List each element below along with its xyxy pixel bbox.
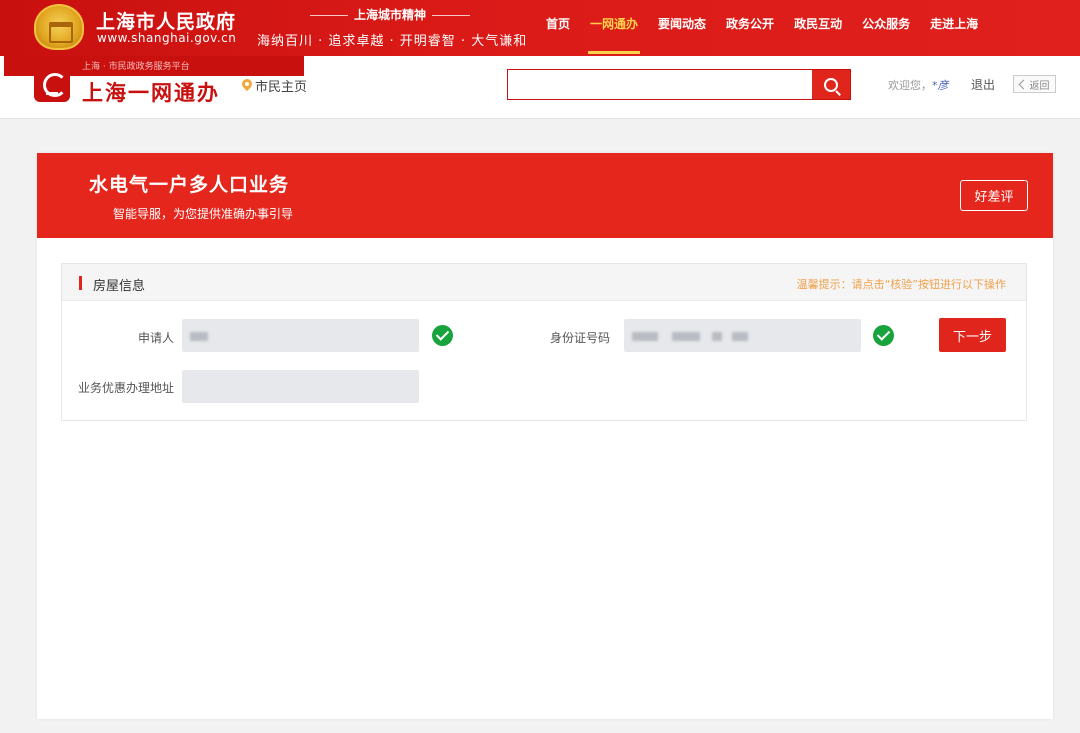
rate-service-button[interactable]: 好差评	[960, 180, 1028, 211]
city-spirit-text: 海纳百川 · 追求卓越 · 开明睿智 · 大气谦和	[257, 34, 528, 49]
nav-one-net-service[interactable]: 一网通办	[580, 0, 648, 56]
panel-tip: 温馨提示：请点击“核验”按钮进行以下操作	[796, 278, 1006, 291]
citizen-home-link[interactable]: 市民主页	[242, 76, 307, 95]
logout-link[interactable]: 退出	[971, 76, 995, 93]
id-number-field[interactable]	[624, 319, 861, 352]
one-net-logo-icon[interactable]	[34, 66, 70, 102]
search-box	[507, 69, 851, 100]
panel-accent-bar	[79, 276, 82, 290]
overlay-text: 上海 · 市民政政务服务平台	[82, 62, 190, 72]
welcome-username: *彦	[932, 79, 949, 92]
house-info-panel: 房屋信息 温馨提示：请点击“核验”按钮进行以下操作 申请人 身份证号码 下一步 …	[61, 263, 1027, 421]
back-label: 返回	[1029, 80, 1050, 92]
nav-about-shanghai[interactable]: 走进上海	[920, 0, 988, 56]
redacted-value	[712, 332, 722, 341]
back-arrow-icon	[1018, 79, 1028, 89]
redacted-value	[732, 332, 748, 341]
panel-header: 房屋信息 温馨提示：请点击“核验”按钮进行以下操作	[62, 264, 1026, 301]
search-icon	[824, 77, 838, 92]
nav-home[interactable]: 首页	[536, 0, 580, 56]
service-header: 上海 · 市民政政务服务平台 上海一网通办 市民主页 欢迎您，*彦 退出 返回	[0, 56, 1080, 119]
redacted-value	[632, 332, 658, 341]
applicant-field[interactable]	[182, 319, 419, 352]
gov-url: www.shanghai.gov.cn	[97, 31, 237, 45]
citizen-home-label: 市民主页	[255, 80, 308, 95]
panel-title: 房屋信息	[93, 279, 146, 294]
applicant-verified-icon	[432, 325, 453, 346]
shanghai-emblem-icon	[34, 4, 84, 50]
applicant-label: 申请人	[137, 331, 174, 345]
welcome-prefix: 欢迎您，	[888, 79, 932, 92]
search-button[interactable]	[812, 70, 850, 99]
gov-nav: 首页 一网通办 要闻动态 政务公开 政民互动 公众服务 走进上海	[536, 0, 988, 56]
redacted-value	[190, 332, 208, 341]
back-button[interactable]: 返回	[1013, 75, 1056, 93]
nav-public-service[interactable]: 公众服务	[852, 0, 920, 56]
gov-header: 上海市人民政府 www.shanghai.gov.cn 上海城市精神 海纳百川 …	[0, 0, 1080, 56]
id-number-verified-icon	[873, 325, 894, 346]
redacted-value	[672, 332, 700, 341]
next-step-button[interactable]: 下一步	[939, 318, 1006, 352]
service-title: 水电气一户多人口业务	[89, 174, 290, 196]
search-input[interactable]	[508, 70, 812, 99]
address-label: 业务优惠办理地址	[77, 381, 174, 395]
nav-interaction[interactable]: 政民互动	[784, 0, 852, 56]
id-number-label: 身份证号码	[549, 331, 610, 345]
service-subtitle: 智能导服，为您提供准确办事引导	[113, 207, 294, 221]
brand-name[interactable]: 上海一网通办	[82, 77, 220, 107]
nav-government-affairs[interactable]: 政务公开	[716, 0, 784, 56]
nav-news[interactable]: 要闻动态	[648, 0, 716, 56]
service-banner: 水电气一户多人口业务 智能导服，为您提供准确办事引导 好差评	[37, 153, 1053, 238]
address-field[interactable]	[182, 370, 419, 403]
welcome-text: 欢迎您，*彦	[888, 77, 949, 93]
service-card: 水电气一户多人口业务 智能导服，为您提供准确办事引导 好差评 房屋信息 温馨提示…	[37, 153, 1053, 719]
location-pin-icon	[242, 79, 252, 92]
gov-title: 上海市人民政府	[96, 11, 237, 33]
city-spirit-title: 上海城市精神	[300, 6, 480, 23]
